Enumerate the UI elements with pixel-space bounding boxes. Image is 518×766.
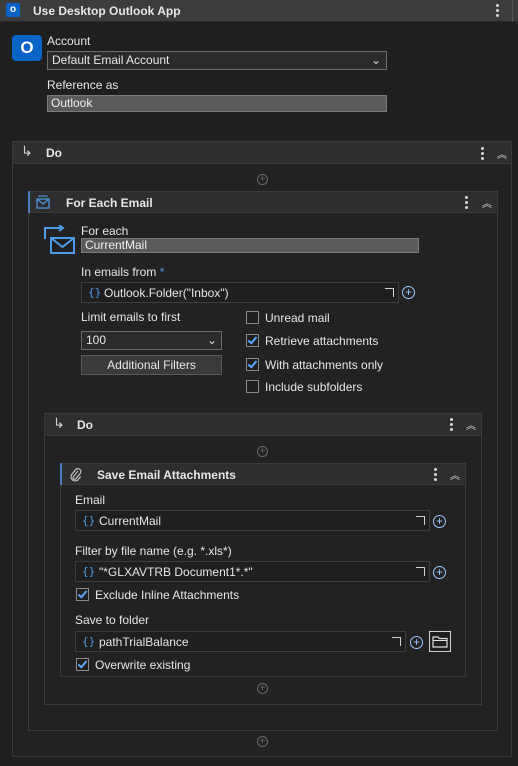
expand-icon[interactable]	[392, 637, 401, 646]
collapse-icon[interactable]: ︽	[497, 146, 507, 161]
option-label: Unread mail	[265, 311, 330, 325]
for-each-title: For Each Email	[66, 196, 153, 210]
variable-brace-icon[interactable]: {}	[82, 514, 95, 527]
account-label: Account	[47, 34, 91, 48]
limit-label: Limit emails to first	[81, 310, 181, 324]
add-step-icon[interactable]: +	[257, 446, 268, 457]
checkbox[interactable]	[76, 588, 89, 601]
add-variable-icon[interactable]: +	[433, 566, 446, 579]
more-options-icon[interactable]	[481, 147, 484, 162]
collapse-icon[interactable]: ︽	[450, 467, 460, 482]
mail-loop-icon	[36, 195, 50, 209]
browse-folder-button[interactable]	[429, 631, 451, 652]
add-variable-icon[interactable]: +	[410, 636, 423, 649]
collapse-icon[interactable]: ︽	[482, 195, 492, 210]
folder-icon	[432, 636, 448, 648]
return-arrow-icon: ↳	[21, 144, 33, 160]
reference-label: Reference as	[47, 78, 119, 92]
in-emails-field[interactable]: {} Outlook.Folder("Inbox")	[81, 282, 399, 303]
required-mark: *	[159, 265, 165, 279]
expand-icon[interactable]	[416, 516, 425, 525]
do-label: Do	[46, 146, 62, 160]
checkbox[interactable]	[246, 358, 259, 371]
checkmark-icon	[247, 358, 258, 369]
account-select-value: Default Email Account	[52, 53, 170, 67]
overwrite-label: Overwrite existing	[95, 658, 191, 672]
activity-header: o Use Desktop Outlook App	[0, 0, 518, 22]
more-options-icon[interactable]	[434, 468, 437, 483]
add-step-icon[interactable]: +	[257, 174, 268, 185]
more-options-icon[interactable]	[496, 4, 499, 19]
save-folder-label: Save to folder	[75, 613, 150, 627]
outlook-icon: o	[6, 3, 20, 17]
collapse-icon[interactable]: ︽	[466, 417, 476, 432]
save-folder-value: pathTrialBalance	[99, 635, 189, 649]
exclude-inline-label: Exclude Inline Attachments	[95, 588, 240, 602]
for-each-header: For Each Email ︽	[30, 192, 497, 213]
save-attachments-header: Save Email Attachments ︽	[62, 464, 465, 485]
in-emails-label-text: In emails from	[81, 265, 157, 279]
do-header-inner: ↳ Do ︽	[45, 414, 481, 436]
reference-input[interactable]: Outlook	[47, 95, 387, 112]
variable-brace-icon[interactable]: {}	[88, 286, 101, 299]
variable-brace-icon[interactable]: {}	[82, 635, 95, 648]
add-step-icon[interactable]: +	[257, 683, 268, 694]
checkmark-icon	[77, 658, 88, 669]
in-emails-label: In emails from *	[81, 265, 164, 279]
email-label: Email	[75, 493, 106, 507]
checkbox[interactable]	[246, 334, 259, 347]
checkbox[interactable]	[246, 380, 259, 393]
do-label: Do	[77, 418, 93, 432]
expand-icon[interactable]	[385, 288, 394, 297]
additional-filters-button[interactable]: Additional Filters	[81, 355, 222, 375]
email-value: CurrentMail	[99, 514, 162, 528]
for-each-mail-icon	[44, 225, 75, 254]
for-each-variable-input[interactable]: CurrentMail	[81, 238, 419, 253]
checkmark-icon	[77, 588, 88, 599]
variable-brace-icon[interactable]: {}	[82, 565, 95, 578]
in-emails-value: Outlook.Folder("Inbox")	[104, 286, 229, 300]
outlook-app-icon: O	[12, 35, 42, 61]
limit-value: 100	[86, 333, 107, 347]
add-variable-icon[interactable]: +	[402, 286, 415, 299]
do-header-outer: ↳ Do ︽	[13, 142, 511, 164]
limit-select[interactable]: 100 ⌄	[81, 331, 222, 350]
filter-value: "*GLXAVTRB Document1*.*"	[99, 565, 253, 579]
add-step-icon[interactable]: +	[257, 736, 268, 747]
filter-field[interactable]: {} "*GLXAVTRB Document1*.*"	[75, 561, 430, 582]
save-attachments-title: Save Email Attachments	[97, 468, 236, 482]
expand-icon[interactable]	[416, 567, 425, 576]
checkbox[interactable]	[76, 658, 89, 671]
save-folder-field[interactable]: {} pathTrialBalance	[75, 631, 406, 652]
activity-title: Use Desktop Outlook App	[33, 4, 181, 18]
chevron-down-icon: ⌄	[370, 53, 381, 67]
return-arrow-icon: ↳	[53, 416, 65, 432]
more-options-icon[interactable]	[450, 418, 453, 433]
for-each-label: For each	[81, 224, 129, 238]
email-field[interactable]: {} CurrentMail	[75, 510, 430, 531]
checkbox[interactable]	[246, 311, 259, 324]
option-label: Retrieve attachments	[265, 334, 379, 348]
filter-label: Filter by file name (e.g. *.xls*)	[75, 544, 232, 558]
account-select[interactable]: Default Email Account ⌄	[47, 51, 387, 70]
option-label: With attachments only	[265, 358, 384, 372]
option-label: Include subfolders	[265, 380, 363, 394]
header-divider	[512, 0, 513, 22]
paperclip-icon	[70, 468, 82, 482]
chevron-down-icon: ⌄	[206, 333, 217, 347]
add-variable-icon[interactable]: +	[433, 515, 446, 528]
checkmark-icon	[247, 334, 258, 345]
more-options-icon[interactable]	[465, 196, 468, 211]
